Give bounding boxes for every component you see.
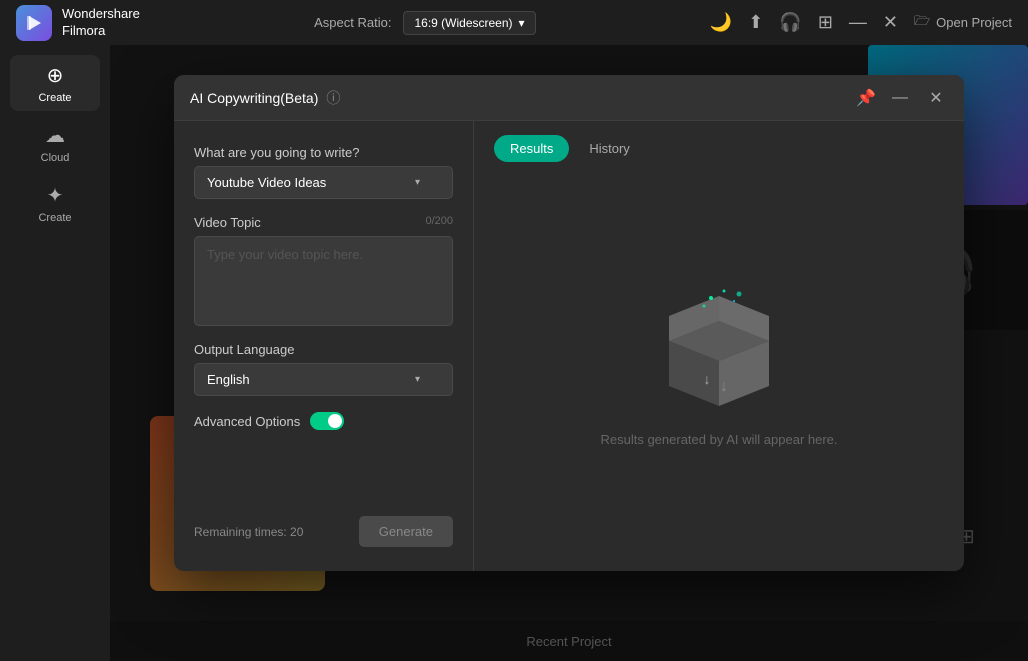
toggle-knob [328, 414, 342, 428]
tab-history[interactable]: History [573, 135, 645, 162]
sidebar-item-cloud[interactable]: ☁ Cloud [10, 115, 100, 171]
results-empty-text: Results generated by AI will appear here… [600, 432, 837, 447]
output-language-label: Output Language [194, 342, 453, 357]
close-icon[interactable]: ✕ [883, 12, 898, 33]
grid-icon[interactable]: ⊞ [818, 12, 833, 33]
app-name: Wondershare Filmora [62, 6, 140, 40]
tabs-row: Results History [474, 121, 964, 162]
empty-state-illustration: ↓ ↓ [649, 286, 789, 416]
modal-close-icon[interactable]: ✕ [924, 86, 948, 110]
title-bar-right: 🌙 ⬆ 🎧 ⊞ — ✕ 🗁 Open Project [710, 12, 1012, 34]
title-bar: Wondershare Filmora Aspect Ratio: 16:9 (… [0, 0, 1028, 45]
language-select-arrow-icon: ▾ [415, 374, 420, 385]
advanced-options-label: Advanced Options [194, 414, 300, 429]
sidebar: ⊕ Create ☁ Cloud ✦ Create [0, 45, 110, 661]
sun-icon[interactable]: 🌙 [710, 12, 732, 33]
aspect-label: Aspect Ratio: [314, 15, 391, 30]
sidebar-item-create[interactable]: ⊕ Create [10, 55, 100, 111]
plus-icon: ⊕ [47, 63, 64, 88]
minimize-icon[interactable]: — [849, 12, 867, 33]
main-layout: ⊕ Create ☁ Cloud ✦ Create 🎧 › ↻ ⊞ #Fi Fu… [0, 45, 1028, 661]
tab-results[interactable]: Results [494, 135, 569, 162]
char-count: 0/200 [425, 215, 453, 227]
right-panel: Results History [474, 121, 964, 571]
write-select[interactable]: Youtube Video Ideas ▾ [194, 166, 453, 199]
modal-title-group: AI Copywriting(Beta) ⓘ [190, 88, 340, 108]
write-select-value: Youtube Video Ideas [207, 175, 326, 190]
generate-button[interactable]: Generate [359, 516, 453, 547]
write-field-group: What are you going to write? Youtube Vid… [194, 145, 453, 199]
sidebar-item-create2[interactable]: ✦ Create [10, 175, 100, 231]
ai-copywriting-modal: AI Copywriting(Beta) ⓘ 📌 — ✕ What are yo [174, 75, 964, 571]
aspect-select[interactable]: 16:9 (Widescreen) ▾ [403, 11, 535, 35]
modal-title: AI Copywriting(Beta) [190, 90, 318, 106]
results-area: ↓ ↓ Results generated by AI will appear … [474, 162, 964, 571]
bottom-row: Remaining times: 20 Generate [194, 516, 453, 547]
language-select-value: English [207, 372, 250, 387]
modal-overlay: AI Copywriting(Beta) ⓘ 📌 — ✕ What are yo [110, 45, 1028, 661]
info-icon[interactable]: ⓘ [326, 88, 340, 108]
modal-controls: 📌 — ✕ [856, 86, 948, 110]
pin-icon[interactable]: 📌 [856, 88, 876, 108]
write-field-label: What are you going to write? [194, 145, 453, 160]
video-topic-input[interactable] [207, 247, 440, 315]
video-topic-textarea-wrapper [194, 236, 453, 326]
aspect-chevron-icon: ▾ [519, 16, 525, 30]
svg-text:↓: ↓ [704, 371, 711, 387]
content-area: 🎧 › ↻ ⊞ #Fi Funny Recent Project [110, 45, 1028, 661]
aspect-ratio-control: Aspect Ratio: 16:9 (Widescreen) ▾ [314, 11, 535, 35]
write-select-arrow-icon: ▾ [415, 177, 420, 188]
advanced-options-row: Advanced Options [194, 412, 453, 430]
modal-body: What are you going to write? Youtube Vid… [174, 121, 964, 571]
modal-minimize-icon[interactable]: — [888, 86, 912, 110]
language-select[interactable]: English ▾ [194, 363, 453, 396]
remaining-text: Remaining times: 20 [194, 525, 303, 539]
svg-text:↓: ↓ [720, 378, 728, 395]
open-project-button[interactable]: 🗁 Open Project [914, 12, 1012, 34]
download-icon[interactable]: ⬆ [748, 12, 763, 33]
folder-icon: 🗁 [914, 12, 930, 34]
output-language-group: Output Language English ▾ [194, 342, 453, 396]
video-topic-group: Video Topic 0/200 [194, 215, 453, 326]
advanced-options-toggle[interactable] [310, 412, 344, 430]
cloud-icon: ☁ [45, 123, 65, 148]
video-topic-label: Video Topic 0/200 [194, 215, 453, 230]
modal-header: AI Copywriting(Beta) ⓘ 📌 — ✕ [174, 75, 964, 121]
app-logo [16, 5, 52, 41]
headphone-icon[interactable]: 🎧 [779, 12, 801, 33]
app-branding: Wondershare Filmora [16, 5, 140, 41]
left-panel: What are you going to write? Youtube Vid… [174, 121, 474, 571]
aspect-value: 16:9 (Widescreen) [414, 16, 512, 30]
star-icon: ✦ [47, 183, 64, 208]
